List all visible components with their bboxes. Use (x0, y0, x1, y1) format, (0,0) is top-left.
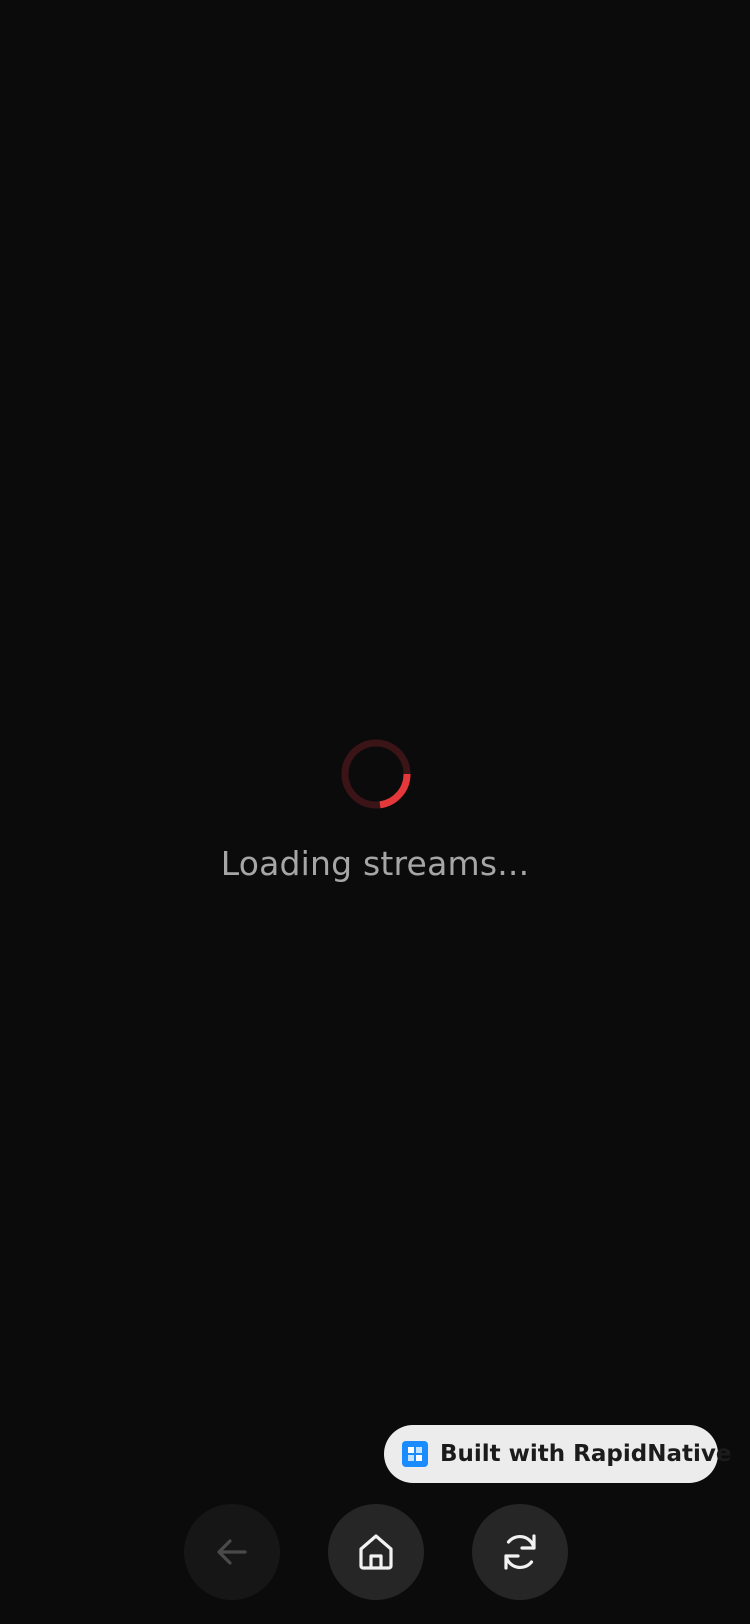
badge-label: Built with RapidNative (440, 1441, 732, 1467)
arrow-left-icon (217, 1539, 247, 1565)
loading-spinner (340, 738, 412, 810)
built-with-badge[interactable]: Built with RapidNative (384, 1425, 731, 1483)
spinner-arc (379, 773, 411, 809)
home-button[interactable] (328, 1504, 424, 1600)
spinner-icon (341, 739, 411, 809)
loading-message: Loading streams... (220, 844, 530, 883)
refresh-icon (504, 1534, 536, 1570)
refresh-button[interactable] (472, 1504, 568, 1600)
back-button[interactable] (184, 1504, 280, 1600)
rapidnative-logo-icon (402, 1441, 428, 1467)
home-icon (359, 1534, 393, 1570)
